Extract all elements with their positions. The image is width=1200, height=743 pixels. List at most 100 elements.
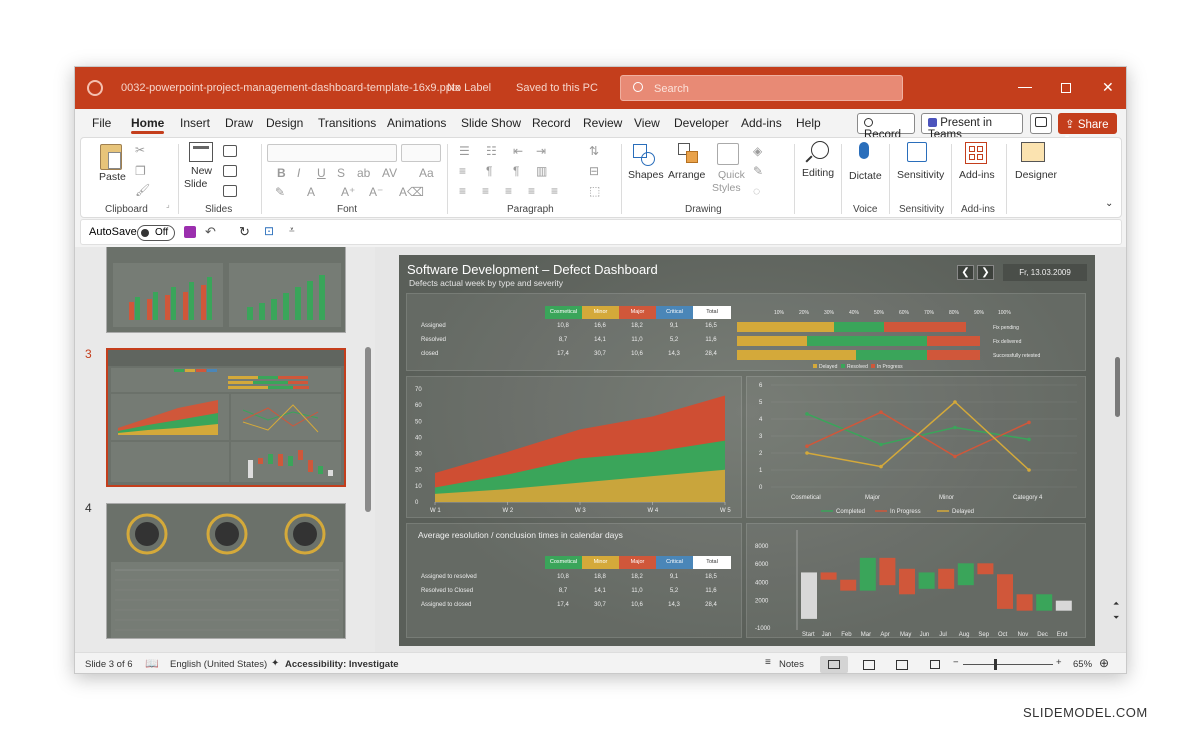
shapes-button[interactable]: Shapes bbox=[628, 169, 664, 181]
slide-canvas[interactable]: Software Development – Defect Dashboard … bbox=[399, 255, 1095, 646]
bold-icon[interactable]: B bbox=[277, 166, 286, 180]
autosave-toggle[interactable]: Off bbox=[137, 225, 175, 241]
reading-view-icon[interactable] bbox=[896, 660, 908, 670]
slide-scrollbar[interactable] bbox=[1115, 357, 1120, 417]
font-color-icon[interactable]: A bbox=[307, 185, 315, 199]
comments-button[interactable] bbox=[1030, 113, 1052, 134]
normal-view-button[interactable] bbox=[820, 656, 848, 673]
record-button[interactable]: Record bbox=[857, 113, 915, 141]
notes-button[interactable]: Notes bbox=[779, 659, 804, 670]
zoom-slider-thumb[interactable] bbox=[994, 659, 997, 670]
fit-to-window-icon[interactable]: ⊕ bbox=[1099, 656, 1109, 670]
underline-icon[interactable]: U bbox=[317, 166, 326, 180]
zoom-slider[interactable] bbox=[963, 664, 1053, 665]
decrease-indent-icon[interactable]: ⇤ bbox=[513, 144, 523, 158]
close-button[interactable]: ✕ bbox=[1102, 79, 1116, 95]
language-indicator[interactable]: English (United States) bbox=[170, 659, 267, 670]
align-text-icon[interactable]: ⊟ bbox=[589, 164, 599, 178]
quick-styles-icon[interactable] bbox=[717, 143, 739, 165]
tab-animations[interactable]: Animations bbox=[387, 116, 446, 130]
reset-icon[interactable] bbox=[223, 165, 237, 177]
columns-icon[interactable]: ▥ bbox=[536, 164, 547, 178]
quick-styles-label-2[interactable]: Styles bbox=[712, 182, 741, 194]
save-status[interactable]: Saved to this PC bbox=[516, 82, 598, 94]
tab-file[interactable]: File bbox=[92, 116, 111, 130]
font-name-combo[interactable] bbox=[267, 144, 397, 162]
maximize-button[interactable] bbox=[1061, 83, 1071, 93]
designer-button[interactable]: Designer bbox=[1015, 169, 1057, 181]
tab-developer[interactable]: Developer bbox=[674, 116, 729, 130]
previous-arrow-button[interactable]: ❮ bbox=[957, 265, 974, 280]
share-button[interactable]: ⇪ Share ▾ bbox=[1058, 113, 1117, 142]
clear-formatting-icon[interactable]: A⌫ bbox=[399, 185, 424, 199]
character-spacing-icon[interactable]: AV bbox=[382, 166, 397, 180]
tab-view[interactable]: View bbox=[634, 116, 660, 130]
collapse-ribbon-icon[interactable]: ⌄ bbox=[1105, 198, 1113, 209]
tab-record[interactable]: Record bbox=[532, 116, 571, 130]
paragraph-ltr-icon[interactable]: ¶ bbox=[486, 164, 492, 178]
paste-button[interactable]: Paste bbox=[99, 171, 126, 183]
tab-review[interactable]: Review bbox=[583, 116, 622, 130]
sensitivity-button[interactable]: Sensitivity bbox=[897, 169, 944, 181]
minimize-button[interactable] bbox=[1018, 80, 1032, 88]
accessibility-status[interactable]: Accessibility: Investigate bbox=[285, 659, 399, 670]
add-ins-button[interactable]: Add-ins bbox=[959, 169, 995, 181]
section-icon[interactable] bbox=[223, 185, 237, 197]
justify-icon[interactable]: ≡ bbox=[528, 184, 535, 198]
align-left-icon[interactable]: ≡ bbox=[459, 184, 466, 198]
tab-add-ins[interactable]: Add-ins bbox=[741, 116, 782, 130]
undo-icon[interactable]: ↶ bbox=[205, 224, 216, 240]
increase-font-icon[interactable]: A⁺ bbox=[341, 185, 355, 199]
decrease-font-icon[interactable]: A⁻ bbox=[369, 185, 383, 199]
italic-icon[interactable]: I bbox=[297, 166, 300, 180]
designer-icon[interactable] bbox=[1021, 142, 1045, 162]
proofing-icon[interactable]: 📖 bbox=[145, 657, 159, 670]
cut-icon[interactable]: ✂ bbox=[135, 143, 145, 157]
editing-button[interactable]: Editing bbox=[802, 167, 834, 179]
slide-thumbnail-3[interactable] bbox=[106, 348, 346, 487]
bullets-icon[interactable]: ☰ bbox=[459, 144, 470, 158]
arrange-button[interactable]: Arrange bbox=[668, 169, 705, 181]
customize-toolbar-icon[interactable]: ⩡ bbox=[289, 225, 295, 236]
search-input[interactable] bbox=[654, 80, 884, 98]
dialog-launcher-icon[interactable]: ⌟ bbox=[166, 200, 170, 209]
format-painter-icon[interactable]: 🖌 bbox=[135, 183, 150, 197]
search-box[interactable] bbox=[620, 75, 903, 101]
save-icon[interactable] bbox=[184, 226, 196, 238]
slide-thumbnail-4[interactable] bbox=[106, 503, 346, 639]
sensitivity-icon[interactable] bbox=[907, 142, 927, 162]
line-spacing-icon[interactable]: ≡ bbox=[459, 164, 466, 178]
slide-thumbnail-2[interactable] bbox=[106, 247, 346, 333]
layout-icon[interactable] bbox=[223, 145, 237, 157]
align-right-icon[interactable]: ≡ bbox=[505, 184, 512, 198]
quick-styles-label-1[interactable]: Quick bbox=[718, 169, 745, 181]
shape-outline-icon[interactable]: ✎ bbox=[753, 164, 763, 178]
change-case-icon[interactable]: Aa bbox=[419, 166, 434, 180]
new-slide-label-2[interactable]: Slide bbox=[184, 178, 207, 190]
increase-indent-icon[interactable]: ⇥ bbox=[536, 144, 546, 158]
strikethrough-icon[interactable]: S bbox=[337, 166, 345, 180]
tab-slide-show[interactable]: Slide Show bbox=[461, 116, 521, 130]
present-from-start-icon[interactable]: ⊡ bbox=[264, 224, 274, 238]
previous-slide-icon[interactable]: ⏶ bbox=[1113, 599, 1119, 609]
next-arrow-button[interactable]: ❯ bbox=[977, 265, 994, 280]
next-slide-icon[interactable]: ⏷ bbox=[1113, 613, 1119, 623]
redo-icon[interactable]: ↻ bbox=[239, 224, 250, 240]
tab-draw[interactable]: Draw bbox=[225, 116, 253, 130]
copy-icon[interactable]: ❐ bbox=[135, 164, 146, 178]
highlight-icon[interactable]: ✎ bbox=[275, 185, 285, 199]
smartart-icon[interactable]: ⬚ bbox=[589, 184, 600, 198]
thumbnail-scrollbar[interactable] bbox=[365, 347, 371, 512]
numbering-icon[interactable]: ☷ bbox=[486, 144, 497, 158]
distribute-icon[interactable]: ≡ bbox=[551, 184, 558, 198]
tab-insert[interactable]: Insert bbox=[180, 116, 210, 130]
notes-icon[interactable]: ≡ bbox=[765, 657, 771, 668]
shape-fill-icon[interactable]: ◈ bbox=[753, 144, 762, 158]
accessibility-icon[interactable]: ✦ bbox=[271, 658, 279, 669]
tab-transitions[interactable]: Transitions bbox=[318, 116, 376, 130]
paragraph-rtl-icon[interactable]: ¶ bbox=[513, 164, 519, 178]
new-slide-icon[interactable] bbox=[189, 142, 213, 162]
slide-show-icon[interactable] bbox=[930, 660, 940, 669]
zoom-in-icon[interactable]: + bbox=[1056, 657, 1062, 668]
shape-effects-icon[interactable]: ◌ bbox=[753, 184, 760, 198]
